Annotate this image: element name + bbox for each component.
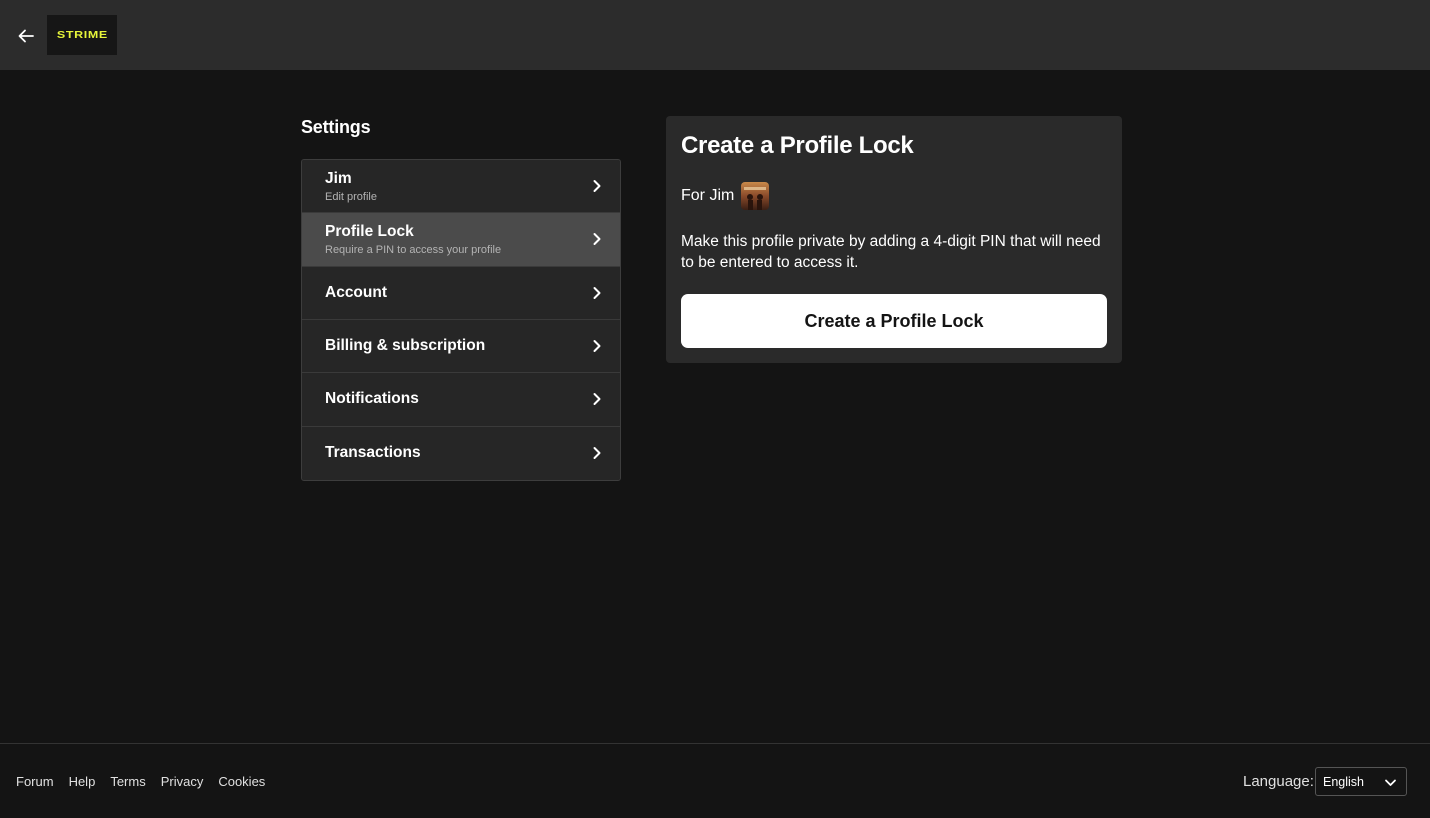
menu-item-label: Account — [325, 283, 387, 301]
panel-title: Create a Profile Lock — [681, 132, 914, 159]
top-bar: STRIME — [0, 0, 1430, 70]
menu-item-label: Notifications — [325, 390, 419, 408]
footer-link-privacy[interactable]: Privacy — [161, 774, 204, 789]
chevron-right-icon — [593, 286, 601, 299]
footer-link-help[interactable]: Help — [69, 774, 96, 789]
menu-item-label: Transactions — [325, 444, 421, 462]
menu-item-transactions[interactable]: Transactions — [302, 426, 620, 480]
app-logo[interactable]: STRIME — [47, 15, 117, 55]
profile-lock-panel: Create a Profile Lock For Jim Make this … — [666, 116, 1122, 363]
chevron-right-icon — [593, 393, 601, 406]
logo-text: STRIME — [56, 29, 108, 41]
panel-description: Make this profile private by adding a 4-… — [681, 233, 1101, 271]
chevron-right-icon — [593, 233, 601, 246]
for-profile-text: For Jim — [681, 187, 735, 204]
menu-item-sublabel: Edit profile — [325, 190, 377, 203]
menu-item-sublabel: Require a PIN to access your profile — [325, 243, 502, 256]
chevron-right-icon — [593, 340, 601, 353]
footer-link-forum[interactable]: Forum — [16, 774, 54, 789]
settings-title: Settings — [301, 117, 371, 137]
menu-item-billing[interactable]: Billing & subscription — [302, 319, 620, 374]
chevron-right-icon — [593, 180, 601, 193]
footer-link-cookies[interactable]: Cookies — [218, 774, 265, 789]
language-value: English — [1323, 774, 1364, 789]
menu-item-label: Profile Lock — [325, 222, 414, 240]
chevron-down-icon — [1385, 779, 1396, 786]
chevron-right-icon — [593, 447, 601, 460]
profile-row: For Jim — [681, 182, 770, 210]
back-button[interactable] — [12, 22, 40, 50]
menu-item-label: Jim — [325, 169, 352, 187]
footer-link-terms[interactable]: Terms — [110, 774, 145, 789]
menu-item-profile[interactable]: Jim Edit profile — [302, 160, 620, 214]
avatar — [741, 182, 770, 210]
footer-links: Forum Help Terms Privacy Cookies — [16, 774, 265, 789]
language-label: Language: — [1243, 773, 1314, 790]
menu-item-profile-lock[interactable]: Profile Lock Require a PIN to access you… — [302, 213, 620, 267]
arrow-left-icon — [18, 29, 34, 43]
menu-item-notifications[interactable]: Notifications — [302, 373, 620, 427]
footer: Forum Help Terms Privacy Cookies Languag… — [0, 743, 1430, 818]
settings-menu: Jim Edit profile Profile Lock Require a … — [301, 159, 621, 481]
menu-item-label: Billing & subscription — [325, 337, 486, 355]
language-select[interactable]: English — [1315, 767, 1407, 796]
create-profile-lock-button[interactable]: Create a Profile Lock — [681, 294, 1107, 348]
menu-item-account[interactable]: Account — [302, 266, 620, 320]
